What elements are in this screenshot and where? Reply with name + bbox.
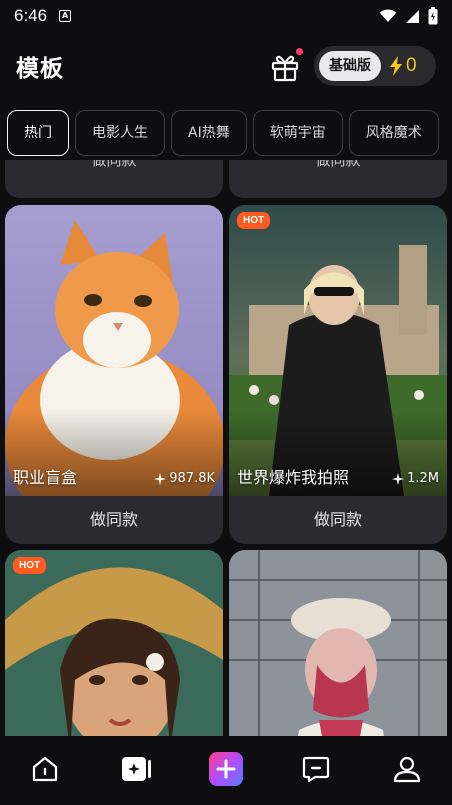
template-icon — [121, 756, 151, 781]
credits-count: 0 — [406, 55, 417, 76]
lightning-icon — [390, 56, 402, 76]
sparkle-icon — [392, 472, 405, 485]
create-plus-icon — [208, 751, 243, 786]
plan-label[interactable]: 基础版 — [319, 51, 381, 81]
nav-messages[interactable] — [296, 749, 336, 789]
hot-badge: HOT — [237, 212, 271, 229]
plan-credits-pill[interactable]: 基础版 0 — [314, 46, 436, 86]
usage-count-value: 1.2M — [407, 471, 439, 486]
nav-create[interactable] — [206, 749, 246, 789]
make-same-button[interactable]: 做同款 — [229, 496, 447, 544]
hot-badge: HOT — [13, 557, 47, 574]
card-title: 职业盲盒 — [13, 468, 78, 487]
template-thumbnail[interactable]: HOT — [5, 550, 223, 736]
status-bar: 6:46 A — [0, 0, 452, 32]
sunflower-portrait-image — [5, 550, 223, 736]
card-stub-right[interactable]: 做同款 — [229, 160, 447, 198]
make-same-button[interactable]: 做同款 — [5, 160, 223, 174]
sparkle-icon — [154, 472, 167, 485]
usage-count: 987.8K — [154, 471, 215, 486]
gift-icon[interactable] — [268, 50, 302, 84]
status-time: 6:46 — [14, 6, 48, 25]
page-title: 模板 — [16, 56, 64, 82]
profile-icon — [393, 756, 420, 782]
cat-image — [5, 205, 223, 496]
nav-templates[interactable] — [116, 749, 156, 789]
template-card[interactable]: HOT — [5, 550, 223, 736]
nav-home[interactable] — [25, 749, 65, 789]
make-same-button[interactable]: 做同款 — [229, 160, 447, 174]
home-icon — [33, 756, 58, 781]
notification-dot — [296, 48, 303, 55]
template-card[interactable]: HOT 世界爆炸我拍照 1.2M 做同款 — [229, 205, 447, 544]
cellular-icon — [406, 9, 419, 23]
message-icon — [303, 756, 330, 782]
status-app-icon: A — [59, 10, 72, 22]
battery-icon — [428, 7, 438, 25]
portrait-image — [229, 205, 447, 496]
nav-profile[interactable] — [387, 749, 427, 789]
category-tabs: 热门 电影人生 AI热舞 软萌宇宙 风格魔术 — [0, 110, 452, 158]
usage-count: 1.2M — [392, 471, 439, 486]
bottom-nav — [0, 736, 452, 805]
header: 模板 基础版 0 — [0, 40, 452, 92]
make-same-button[interactable]: 做同款 — [5, 496, 223, 544]
wifi-icon — [379, 9, 397, 22]
status-indicators — [379, 7, 438, 25]
usage-count-value: 987.8K — [169, 471, 215, 486]
tab-style-magic[interactable]: 风格魔术 — [348, 110, 439, 156]
tab-hot[interactable]: 热门 — [7, 110, 69, 156]
template-feed: 做同款 做同款 职业盲盒 987.8K 做同款 HOT 世界爆炸我拍照 1.2M… — [0, 160, 452, 736]
card-stub-left[interactable]: 做同款 — [5, 160, 223, 198]
tab-cute-universe[interactable]: 软萌宇宙 — [252, 110, 343, 156]
template-thumbnail[interactable]: 职业盲盒 987.8K — [5, 205, 223, 496]
costume-portrait-image — [229, 550, 447, 736]
tab-ai-dance[interactable]: AI热舞 — [171, 110, 247, 156]
template-card[interactable] — [229, 550, 447, 736]
template-card[interactable]: 职业盲盒 987.8K 做同款 — [5, 205, 223, 544]
card-title: 世界爆炸我拍照 — [237, 468, 350, 487]
template-thumbnail[interactable] — [229, 550, 447, 736]
tab-movie-life[interactable]: 电影人生 — [75, 110, 165, 156]
template-thumbnail[interactable]: HOT 世界爆炸我拍照 1.2M — [229, 205, 447, 496]
